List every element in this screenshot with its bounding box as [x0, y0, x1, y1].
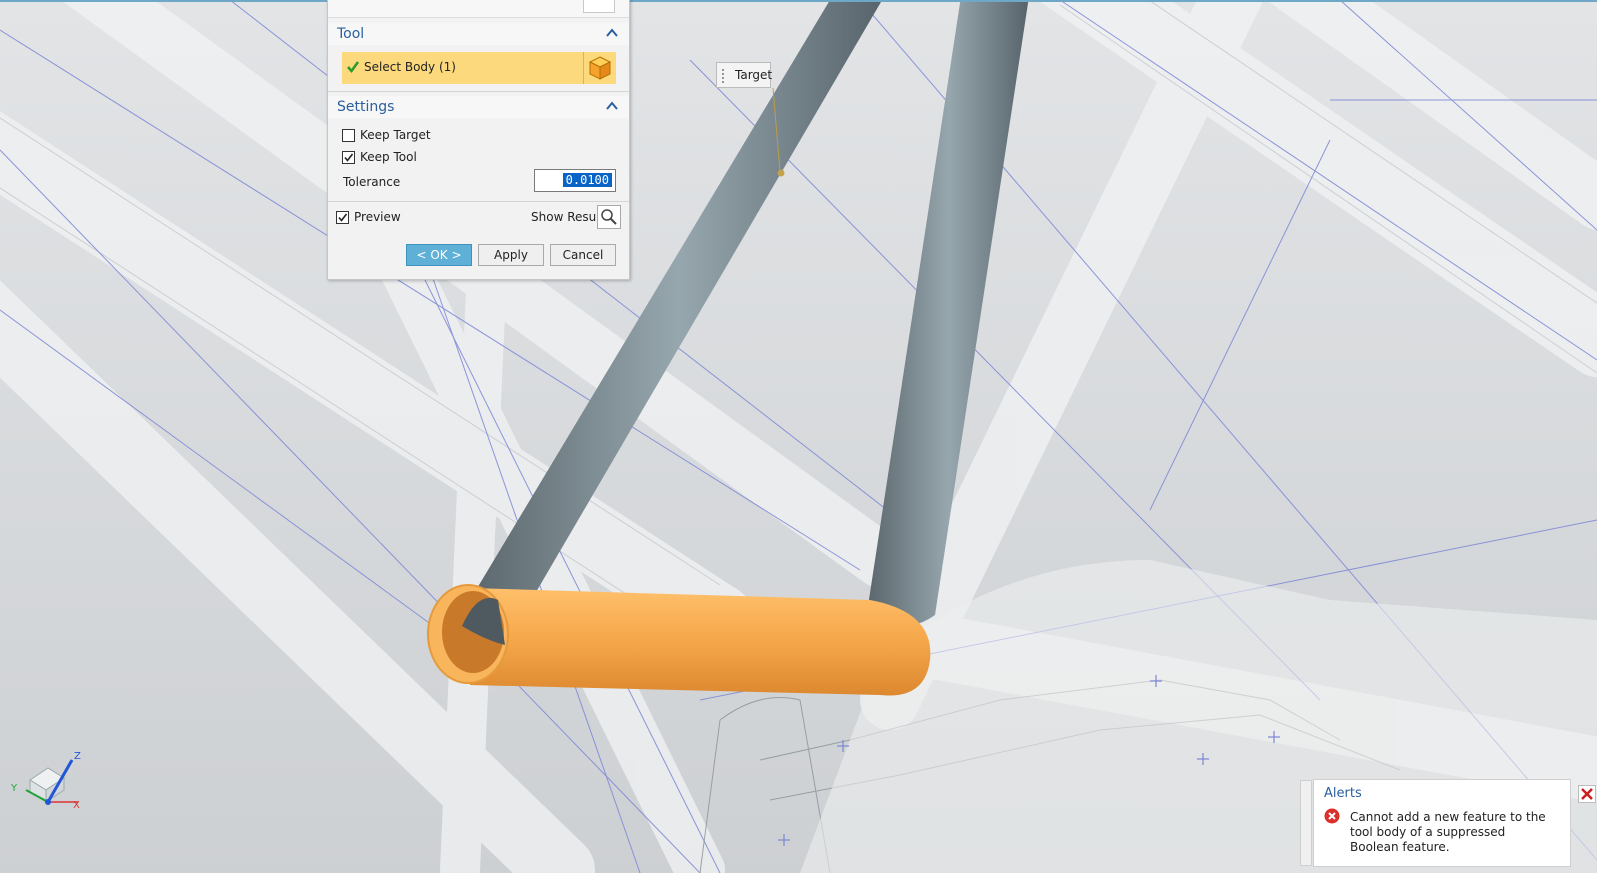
- alerts-close-button[interactable]: [1578, 785, 1596, 803]
- tolerance-input[interactable]: 0.0100: [534, 169, 616, 192]
- chevron-up-icon[interactable]: [605, 99, 619, 113]
- checkmark-icon: [347, 61, 360, 74]
- tolerance-label: Tolerance: [343, 175, 401, 189]
- alert-message: Cannot add a new feature to the tool bod…: [1350, 810, 1546, 854]
- ok-button[interactable]: < OK >: [406, 244, 472, 266]
- preview-label: Preview: [354, 210, 401, 224]
- show-result-label: Show Result: [531, 210, 605, 224]
- triad-z-label: Z: [74, 751, 81, 762]
- keep-tool-checkbox[interactable]: [342, 151, 355, 164]
- tolerance-value[interactable]: 0.0100: [562, 173, 612, 187]
- select-body-row[interactable]: Select Body (1): [342, 52, 616, 84]
- select-body-label: Select Body (1): [364, 60, 456, 74]
- magnifier-icon: [601, 209, 617, 225]
- target-callout-label: Target: [735, 68, 773, 82]
- settings-section-header[interactable]: Settings: [328, 96, 629, 118]
- check-icon: [344, 153, 354, 162]
- orientation-triad[interactable]: Z Y X: [8, 750, 88, 810]
- keep-target-label: Keep Target: [360, 128, 431, 142]
- close-icon: [1581, 788, 1593, 800]
- boolean-dialog: Tool Select Body (1) Settings Keep Targe…: [327, 0, 630, 280]
- triad-y-label: Y: [10, 783, 18, 794]
- keep-tool-label: Keep Tool: [360, 150, 417, 164]
- tool-body-tube[interactable]: [427, 584, 931, 696]
- select-body-cube-button[interactable]: [583, 52, 616, 84]
- target-callout[interactable]: Target: [716, 62, 773, 88]
- alerts-panel: Alerts Cannot add a new feature to the t…: [1300, 779, 1571, 867]
- tool-section-header[interactable]: Tool: [328, 23, 629, 45]
- preview-checkbox[interactable]: [336, 211, 349, 224]
- check-icon: [338, 213, 348, 222]
- cancel-button[interactable]: Cancel: [550, 244, 616, 266]
- apply-button[interactable]: Apply: [478, 244, 544, 266]
- alerts-drag-handle[interactable]: [1300, 780, 1312, 866]
- drag-grip-icon[interactable]: [721, 68, 725, 83]
- target-select-cube-button[interactable]: [583, 0, 615, 13]
- triad-x-label: X: [73, 800, 80, 810]
- chevron-up-icon[interactable]: [605, 26, 619, 40]
- alerts-title: Alerts: [1324, 786, 1362, 801]
- target-section-row: [328, 0, 629, 18]
- graphics-viewport[interactable]: [0, 0, 1597, 873]
- show-result-button[interactable]: [597, 205, 621, 229]
- solid-body-icon: [588, 56, 612, 80]
- error-icon: [1324, 808, 1340, 824]
- keep-target-checkbox[interactable]: [342, 129, 355, 142]
- settings-section-title: Settings: [337, 99, 395, 115]
- tool-section-title: Tool: [337, 26, 365, 42]
